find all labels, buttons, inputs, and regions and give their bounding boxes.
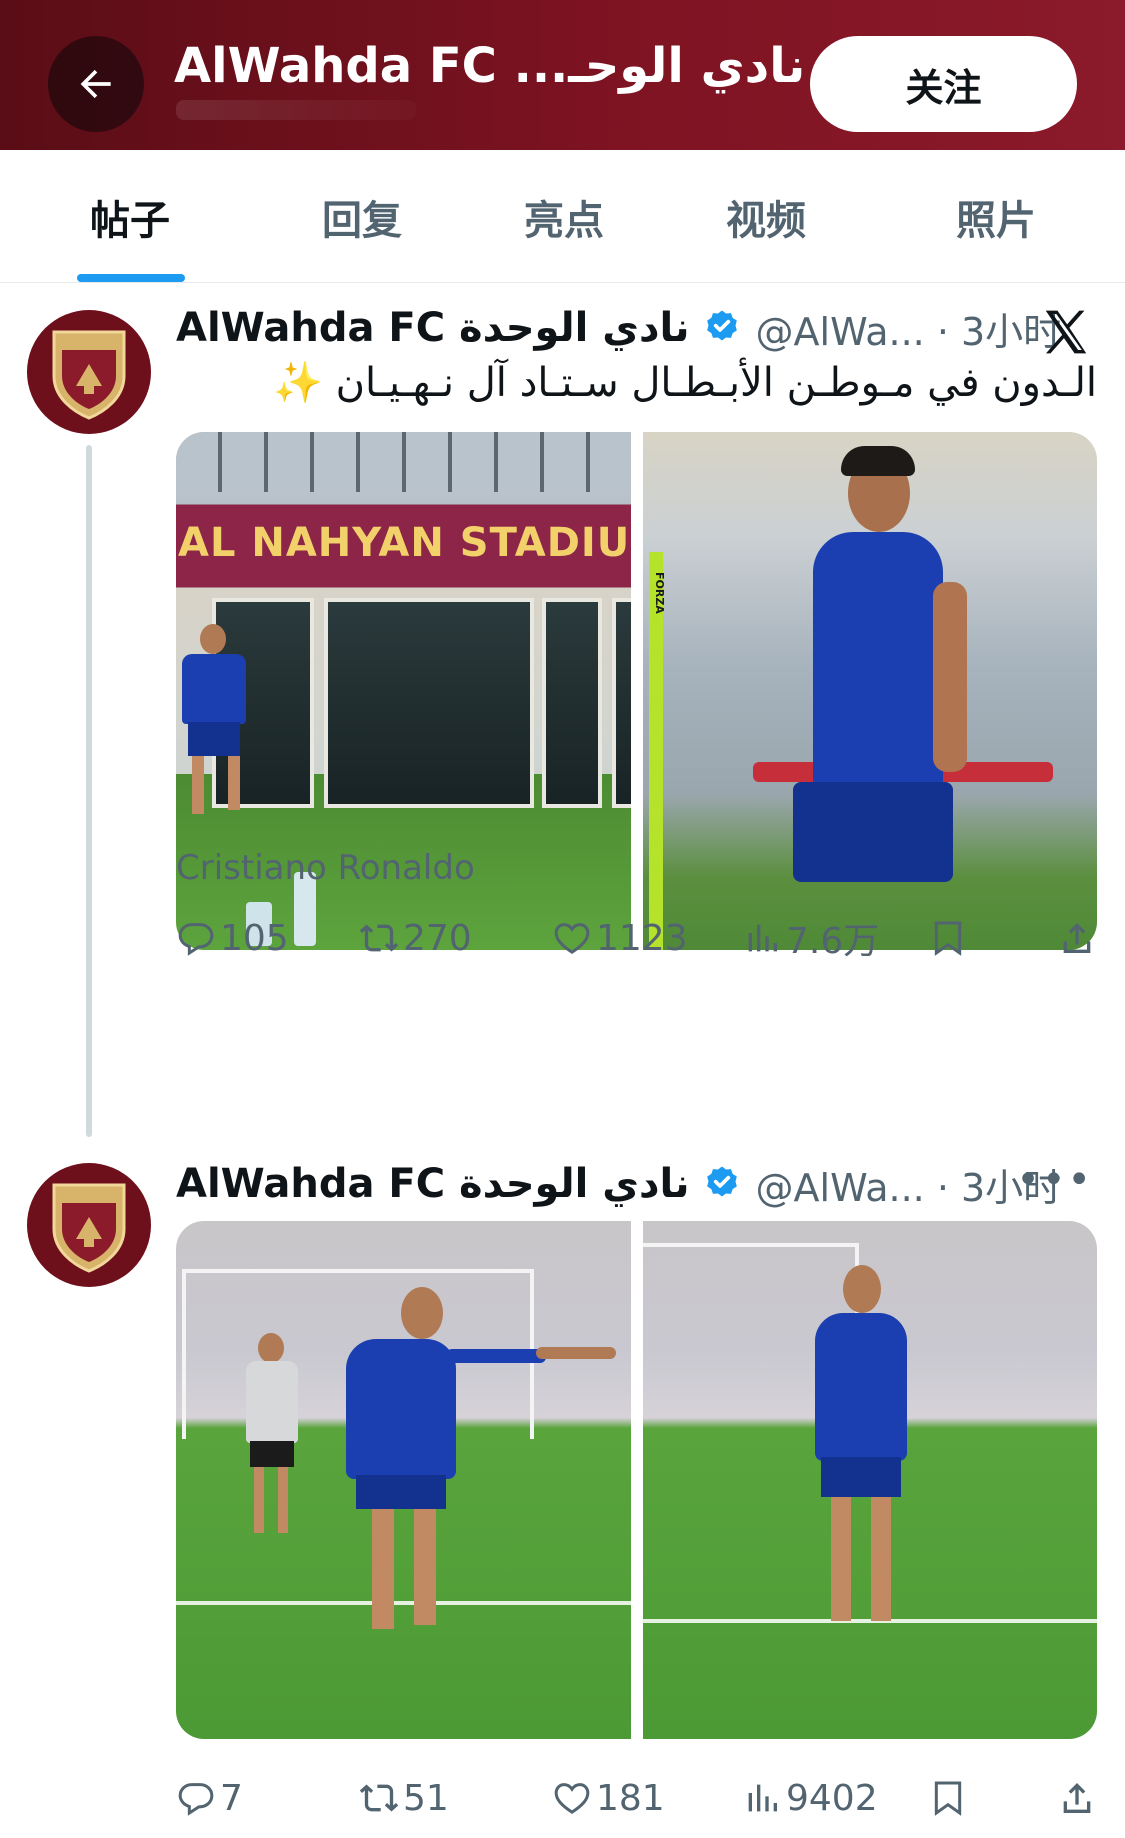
page-title: AlWahda FC ...نادي الوحـ <box>174 38 806 94</box>
x-logo-icon <box>1045 310 1087 354</box>
heart-icon <box>554 923 590 954</box>
repost-count: 270 <box>403 917 472 959</box>
tab-replies[interactable]: 回复 <box>272 150 452 283</box>
follow-button[interactable]: 关注 <box>810 36 1077 132</box>
repost-icon <box>359 924 399 952</box>
display-name[interactable]: AlWahda FC نادي الوحدة <box>176 1161 690 1207</box>
photo-player-pointing[interactable] <box>176 1221 631 1739</box>
heart-icon <box>554 1783 590 1814</box>
tab-highlights[interactable]: 亮点 <box>474 150 654 283</box>
active-tab-indicator <box>77 274 185 282</box>
profile-header: AlWahda FC ...نادي الوحـ 关注 <box>0 0 1125 150</box>
image-caption: Cristiano Ronaldo <box>176 848 475 888</box>
verified-badge-icon <box>706 1166 737 1197</box>
post-header: AlWahda FC نادي الوحدة @AlWa... · 3小时 <box>176 300 1061 356</box>
repost-icon <box>359 1784 399 1812</box>
view-count: 7.6万 <box>786 921 880 962</box>
post[interactable]: AlWahda FC نادي الوحدة @AlWa... · 3小时 ••… <box>0 1143 1125 1838</box>
share-button[interactable] <box>1057 1768 1101 1828</box>
share-icon <box>1063 923 1091 953</box>
pole-label-wrap: FORZA <box>652 570 666 650</box>
like-button[interactable]: 1123 <box>552 908 688 968</box>
verified-badge-icon <box>706 310 737 341</box>
glass-door <box>612 598 631 808</box>
share-icon <box>1063 1783 1091 1813</box>
views-button[interactable]: 7.6万 <box>742 908 879 968</box>
views-chart-icon <box>748 1784 777 1812</box>
post-actions: 105 270 1123 7.6万 <box>176 908 1097 968</box>
view-count: 9402 <box>786 1777 878 1819</box>
profile-tabs: 帖子 回复 亮点 视频 照片 <box>0 150 1125 283</box>
repost-button[interactable]: 51 <box>359 1768 449 1828</box>
repost-count: 51 <box>403 1777 449 1819</box>
stand-railing <box>176 432 631 492</box>
display-name[interactable]: AlWahda FC نادي الوحدة <box>176 305 690 351</box>
pitch-line <box>176 1601 631 1605</box>
like-count: 1123 <box>596 917 688 959</box>
stadium-banner: AL NAHYAN STADIUM <box>178 520 631 566</box>
bookmark-icon <box>934 921 962 956</box>
arrow-left-icon <box>80 69 111 99</box>
reply-button[interactable]: 7 <box>176 1768 243 1828</box>
post-actions: 7 51 181 9402 <box>176 1768 1097 1828</box>
reply-count: 105 <box>220 917 289 959</box>
pole-label: FORZA <box>653 572 666 614</box>
post[interactable]: AlWahda FC نادي الوحدة @AlWa... · 3小时 ال… <box>0 283 1125 1143</box>
club-crest-icon <box>52 330 126 420</box>
glass-door <box>324 598 534 808</box>
avatar[interactable] <box>27 310 151 434</box>
post-header: AlWahda FC نادي الوحدة @AlWa... · 3小时 <box>176 1156 1061 1212</box>
reply-count: 7 <box>220 1777 243 1819</box>
views-chart-icon <box>748 924 777 952</box>
reply-icon <box>178 923 214 956</box>
tab-photos[interactable]: 照片 <box>906 150 1086 283</box>
header-subtitle-blur <box>176 100 416 120</box>
reply-button[interactable]: 105 <box>176 908 289 968</box>
bookmark-icon <box>934 1781 962 1816</box>
photo-player-walking[interactable] <box>642 1221 1097 1739</box>
avatar[interactable] <box>27 1163 151 1287</box>
more-options-icon[interactable]: ••• <box>1016 1157 1093 1203</box>
tab-posts[interactable]: 帖子 <box>40 150 220 283</box>
like-count: 181 <box>596 1777 665 1819</box>
glass-door <box>542 598 602 808</box>
like-button[interactable]: 181 <box>552 1768 665 1828</box>
bookmark-button[interactable] <box>928 1768 972 1828</box>
share-button[interactable] <box>1057 908 1101 968</box>
views-button[interactable]: 9402 <box>742 1768 878 1828</box>
back-button[interactable] <box>48 36 144 132</box>
media-grid[interactable] <box>176 1221 1097 1739</box>
post-text: الـدون في مـوطـن الأبـطـال سـتـاد آل نـه… <box>273 360 1097 406</box>
club-crest-icon <box>52 1183 126 1273</box>
repost-button[interactable]: 270 <box>359 908 472 968</box>
tab-videos[interactable]: 视频 <box>676 150 856 283</box>
reply-icon <box>178 1783 214 1816</box>
photo-player-closeup[interactable] <box>642 432 1097 950</box>
thread-line <box>86 445 92 1137</box>
bookmark-button[interactable] <box>928 908 972 968</box>
handle-and-time: @AlWa... · 3小时 <box>755 309 1062 354</box>
